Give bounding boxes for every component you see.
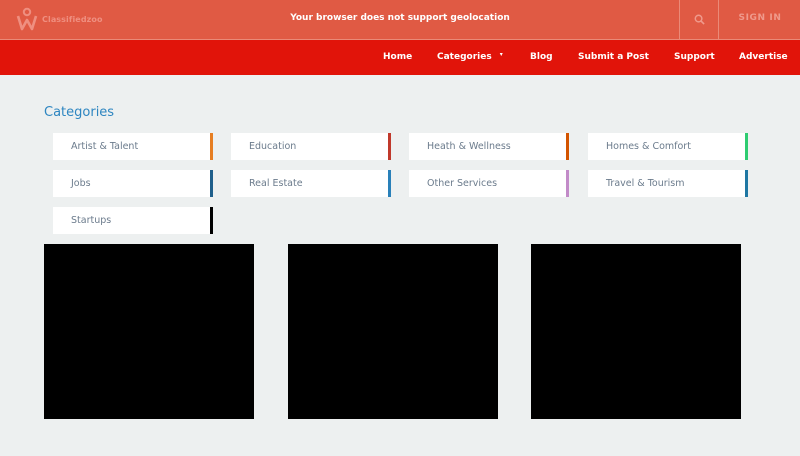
category-jobs[interactable]: Jobs [53, 170, 213, 197]
category-label: Homes & Comfort [606, 141, 691, 152]
site-logo[interactable]: Classifiedzoo [16, 6, 103, 32]
nav-home[interactable]: Home [383, 52, 412, 62]
nav-blog[interactable]: Blog [530, 52, 553, 62]
category-startups[interactable]: Startups [53, 207, 213, 234]
nav-categories[interactable]: Categories ▾ [437, 51, 503, 62]
categories-heading: Categories [44, 105, 115, 120]
sign-in-button[interactable]: SIGN IN [720, 13, 800, 23]
category-homes-comfort[interactable]: Homes & Comfort [588, 133, 748, 160]
search-icon [694, 14, 705, 25]
nav-submit-post[interactable]: Submit a Post [578, 52, 649, 62]
category-real-estate[interactable]: Real Estate [231, 170, 391, 197]
media-block[interactable] [531, 244, 741, 419]
category-other-services[interactable]: Other Services [409, 170, 569, 197]
nav-support[interactable]: Support [674, 52, 715, 62]
media-block[interactable] [288, 244, 498, 419]
category-travel-tourism[interactable]: Travel & Tourism [588, 170, 748, 197]
category-label: Jobs [71, 178, 91, 189]
logo-text: Classifiedzoo [42, 14, 103, 24]
search-button[interactable] [679, 0, 719, 39]
category-education[interactable]: Education [231, 133, 391, 160]
media-block[interactable] [44, 244, 254, 419]
logo-icon [16, 7, 38, 31]
nav-advertise[interactable]: Advertise [739, 52, 788, 62]
chevron-down-icon: ▾ [499, 51, 503, 58]
top-bar: Classifiedzoo Your browser does not supp… [0, 0, 800, 40]
category-label: Travel & Tourism [606, 178, 685, 189]
category-label: Other Services [427, 178, 498, 189]
geolocation-message: Your browser does not support geolocatio… [290, 13, 510, 23]
nav-categories-label: Categories [437, 52, 492, 62]
category-health-wellness[interactable]: Heath & Wellness [409, 133, 569, 160]
category-label: Real Estate [249, 178, 303, 189]
category-label: Education [249, 141, 297, 152]
category-label: Artist & Talent [71, 141, 139, 152]
category-label: Heath & Wellness [427, 141, 511, 152]
category-artist-talent[interactable]: Artist & Talent [53, 133, 213, 160]
main-nav: Home Categories ▾ Blog Submit a Post Supp… [0, 40, 800, 75]
category-label: Startups [71, 215, 112, 226]
